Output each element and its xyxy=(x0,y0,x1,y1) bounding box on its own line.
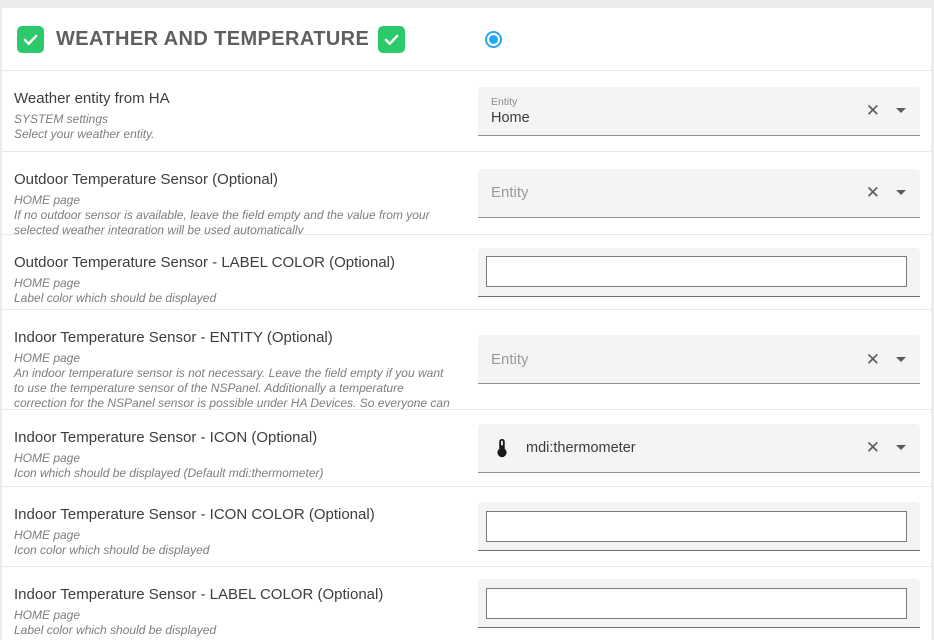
thermometer-icon xyxy=(491,437,513,459)
indoor-icon-color-input[interactable] xyxy=(486,511,907,542)
indoor-label-color-input[interactable] xyxy=(486,588,907,619)
input-wrap xyxy=(478,579,920,628)
select-value: mdi:thermometer xyxy=(526,440,636,456)
row-text: Outdoor Temperature Sensor - LABEL COLOR… xyxy=(2,235,452,309)
row-title: Indoor Temperature Sensor - ICON COLOR (… xyxy=(14,506,452,523)
checkbox-checked-icon-right[interactable] xyxy=(378,26,405,53)
row-context: HOME page xyxy=(14,351,452,366)
row-context: SYSTEM settings xyxy=(14,112,452,127)
row-title: Outdoor Temperature Sensor - LABEL COLOR… xyxy=(14,254,452,271)
checkbox-checked-icon-left[interactable] xyxy=(17,26,44,53)
radio-dot xyxy=(489,35,498,44)
indoor-temp-icon-select[interactable]: mdi:thermometer ✕ xyxy=(478,424,920,473)
field-area xyxy=(478,248,920,297)
select-placeholder: Entity xyxy=(491,184,866,201)
row-indoor-label-color: Indoor Temperature Sensor - LABEL COLOR … xyxy=(2,567,931,640)
field-area xyxy=(478,579,920,628)
field-area: Entity ✕ xyxy=(478,169,920,218)
field-area xyxy=(478,502,920,551)
settings-panel: WEATHER AND TEMPERATURE Weather entity f… xyxy=(2,8,931,640)
row-title: Weather entity from HA xyxy=(14,90,452,107)
row-title: Indoor Temperature Sensor - LABEL COLOR … xyxy=(14,586,452,603)
row-text: Indoor Temperature Sensor - ENTITY (Opti… xyxy=(2,310,452,409)
indoor-temp-entity-select[interactable]: Entity ✕ xyxy=(478,335,920,384)
row-description: If no outdoor sensor is available, leave… xyxy=(14,208,452,235)
select-text: mdi:thermometer xyxy=(491,437,866,459)
clear-icon[interactable]: ✕ xyxy=(866,184,880,201)
select-text: Entity Home xyxy=(491,96,866,126)
input-wrap xyxy=(478,248,920,297)
field-area: Entity Home ✕ xyxy=(478,87,920,136)
select-label: Entity xyxy=(491,96,866,108)
row-description: An indoor temperature sensor is not nece… xyxy=(14,366,452,410)
chevron-down-icon[interactable] xyxy=(896,445,906,450)
outdoor-temp-entity-select[interactable]: Entity ✕ xyxy=(478,169,920,218)
row-context: HOME page xyxy=(14,276,452,291)
row-title: Indoor Temperature Sensor - ICON (Option… xyxy=(14,429,452,446)
weather-entity-select[interactable]: Entity Home ✕ xyxy=(478,87,920,136)
row-weather-entity: Weather entity from HA SYSTEM settings S… xyxy=(2,71,931,152)
chevron-down-icon[interactable] xyxy=(896,357,906,362)
check-icon xyxy=(22,31,39,48)
radio-selected-icon[interactable] xyxy=(485,31,502,48)
select-placeholder: Entity xyxy=(491,351,866,368)
row-context: HOME page xyxy=(14,608,452,623)
row-text: Indoor Temperature Sensor - LABEL COLOR … xyxy=(2,567,452,640)
row-indoor-icon-color: Indoor Temperature Sensor - ICON COLOR (… xyxy=(2,487,931,567)
row-text: Outdoor Temperature Sensor (Optional) HO… xyxy=(2,152,452,234)
field-area: mdi:thermometer ✕ xyxy=(478,424,920,473)
row-title: Indoor Temperature Sensor - ENTITY (Opti… xyxy=(14,329,452,346)
row-indoor-temp-entity: Indoor Temperature Sensor - ENTITY (Opti… xyxy=(2,310,931,410)
row-description: Label color which should be displayed xyxy=(14,291,452,306)
row-description: Select your weather entity. xyxy=(14,127,452,142)
clear-icon[interactable]: ✕ xyxy=(866,439,880,456)
field-area: Entity ✕ xyxy=(478,335,920,384)
check-icon xyxy=(383,31,400,48)
section-title: WEATHER AND TEMPERATURE xyxy=(56,28,369,51)
select-value: Home xyxy=(491,110,866,126)
outdoor-label-color-input[interactable] xyxy=(486,256,907,287)
row-text: Indoor Temperature Sensor - ICON COLOR (… xyxy=(2,487,452,566)
chevron-down-icon[interactable] xyxy=(896,190,906,195)
row-description: Icon color which should be displayed xyxy=(14,543,452,558)
row-description: Icon which should be displayed (Default … xyxy=(14,466,452,481)
row-text: Weather entity from HA SYSTEM settings S… xyxy=(2,71,452,151)
row-indoor-temp-icon: Indoor Temperature Sensor - ICON (Option… xyxy=(2,410,931,487)
row-context: HOME page xyxy=(14,193,452,208)
chevron-down-icon[interactable] xyxy=(896,108,906,113)
clear-icon[interactable]: ✕ xyxy=(866,351,880,368)
section-header: WEATHER AND TEMPERATURE xyxy=(2,8,931,71)
row-outdoor-temp-entity: Outdoor Temperature Sensor (Optional) HO… xyxy=(2,152,931,235)
row-context: HOME page xyxy=(14,451,452,466)
input-wrap xyxy=(478,502,920,551)
row-title: Outdoor Temperature Sensor (Optional) xyxy=(14,171,452,188)
row-context: HOME page xyxy=(14,528,452,543)
row-text: Indoor Temperature Sensor - ICON (Option… xyxy=(2,410,452,486)
row-outdoor-label-color: Outdoor Temperature Sensor - LABEL COLOR… xyxy=(2,235,931,310)
clear-icon[interactable]: ✕ xyxy=(866,102,880,119)
row-description: Label color which should be displayed xyxy=(14,623,452,638)
